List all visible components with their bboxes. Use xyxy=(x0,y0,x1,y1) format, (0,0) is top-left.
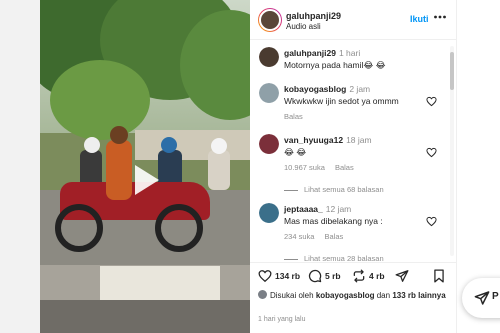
comment-avatar[interactable] xyxy=(259,83,279,103)
repost-action[interactable]: 4 rb xyxy=(352,269,385,283)
replies-dash xyxy=(284,189,298,191)
see-replies-label[interactable]: Lihat semua 68 balasan xyxy=(304,185,384,194)
comment-username-text[interactable]: kobayogasblog xyxy=(284,84,346,94)
comment-meta: 10.967 suka Balas xyxy=(284,163,362,172)
play-icon[interactable] xyxy=(125,160,165,200)
follow-button[interactable]: Ikuti xyxy=(410,14,429,24)
see-replies-button[interactable]: Lihat semua 68 balasan xyxy=(284,185,384,194)
comments-scrollbar-thumb[interactable] xyxy=(450,52,454,90)
liker-avatar[interactable] xyxy=(258,290,267,299)
comment-icon[interactable] xyxy=(308,269,322,283)
liked-by-summary: Disukai oleh kobayogasblog dan 133 rb la… xyxy=(258,290,448,301)
video-wheel xyxy=(155,204,203,252)
author-username[interactable]: galuhpanji29 xyxy=(286,11,341,21)
comment-username-text[interactable]: galuhpanji29 xyxy=(284,48,336,58)
comment-username-text[interactable]: van_hyuuga12 xyxy=(284,135,343,145)
video-helmet xyxy=(161,137,177,153)
post-video[interactable] xyxy=(40,0,250,333)
heart-icon[interactable] xyxy=(258,269,272,283)
video-pavement xyxy=(40,300,250,333)
comment-time: 12 jam xyxy=(325,204,352,214)
comment-meta: 234 suka Balas xyxy=(284,232,351,241)
comment-meta: Balas xyxy=(284,112,311,121)
author-avatar[interactable] xyxy=(258,8,282,32)
comment-avatar[interactable] xyxy=(259,47,279,67)
video-helmet xyxy=(84,137,100,153)
comment-username[interactable]: kobayogasblog 2 jam xyxy=(284,84,370,94)
comment-text: Motornya pada hamil😂 😂 xyxy=(284,60,386,70)
repost-count[interactable]: 4 rb xyxy=(369,271,385,281)
liked-by-others[interactable]: 133 rb lainnya xyxy=(392,291,445,300)
video-helmet xyxy=(211,138,227,154)
paper-plane-icon xyxy=(474,291,490,305)
comment-time: 18 jam xyxy=(346,135,372,145)
comment-text: Mas mas dibelakang nya : xyxy=(284,216,383,226)
replies-dash xyxy=(284,258,298,260)
video-curb xyxy=(100,266,220,302)
bookmark-icon[interactable] xyxy=(432,269,446,283)
floating-label: P xyxy=(492,291,499,302)
comment-time: 2 jam xyxy=(349,84,371,94)
video-rider-head xyxy=(110,126,128,144)
reply-button[interactable]: Balas xyxy=(284,112,303,121)
audio-label[interactable]: Audio asli xyxy=(286,22,321,31)
comment-text: 😂 😂 xyxy=(284,147,307,157)
comment-avatar[interactable] xyxy=(259,134,279,154)
comment-count[interactable]: 5 rb xyxy=(325,271,341,281)
more-horizontal-icon[interactable] xyxy=(433,10,447,24)
liked-by-connector: dan xyxy=(376,291,391,300)
heart-icon[interactable] xyxy=(426,96,437,107)
comment-text: Wkwkwkw ijin sedot ya ommm xyxy=(284,96,399,106)
post-actions: 134 rb 5 rb 4 rb xyxy=(250,262,456,288)
comment-username[interactable]: van_hyuuga12 18 jam xyxy=(284,135,372,145)
share-icon[interactable] xyxy=(395,269,409,283)
post-header: galuhpanji29 Audio asli Ikuti xyxy=(250,0,456,40)
share-action[interactable] xyxy=(395,269,409,283)
video-wheel xyxy=(55,204,103,252)
comment-likes[interactable]: 10.967 suka xyxy=(284,163,325,172)
comment-time: 1 hari xyxy=(338,48,361,58)
reply-button[interactable]: Balas xyxy=(325,232,344,241)
liked-by-user[interactable]: kobayogasblog xyxy=(316,291,375,300)
video-rider xyxy=(208,150,230,190)
see-replies-label[interactable]: Lihat semua 28 balasan xyxy=(304,254,384,262)
video-tree xyxy=(50,60,150,140)
video-wall xyxy=(135,130,250,160)
comment-username[interactable]: galuhpanji29 1 hari xyxy=(284,48,360,58)
liked-by-prefix: Disukai oleh xyxy=(270,291,314,300)
like-action[interactable]: 134 rb xyxy=(258,269,300,283)
comment-action[interactable]: 5 rb xyxy=(308,269,341,283)
see-replies-button[interactable]: Lihat semua 28 balasan xyxy=(284,254,384,262)
comment-panel: galuhpanji29 Audio asli Ikuti galuhpanji… xyxy=(250,0,457,333)
heart-icon[interactable] xyxy=(426,216,437,227)
heart-icon[interactable] xyxy=(426,147,437,158)
post-timestamp: 1 hari yang lalu xyxy=(258,316,306,323)
comment-avatar[interactable] xyxy=(259,203,279,223)
floating-action-button[interactable]: P xyxy=(462,278,500,318)
comments-list[interactable]: galuhpanji29 1 hari Motornya pada hamil😂 … xyxy=(250,40,456,262)
comment-username-text[interactable]: jeptaaaa_ xyxy=(284,204,323,214)
comment-username[interactable]: jeptaaaa_ 12 jam xyxy=(284,204,351,214)
reply-button[interactable]: Balas xyxy=(335,163,354,172)
like-count[interactable]: 134 rb xyxy=(275,271,300,281)
page-backdrop xyxy=(0,0,40,333)
avatar-fill xyxy=(259,47,279,67)
save-action[interactable] xyxy=(432,269,446,283)
comment-likes[interactable]: 234 suka xyxy=(284,232,314,241)
repost-icon[interactable] xyxy=(352,269,366,283)
